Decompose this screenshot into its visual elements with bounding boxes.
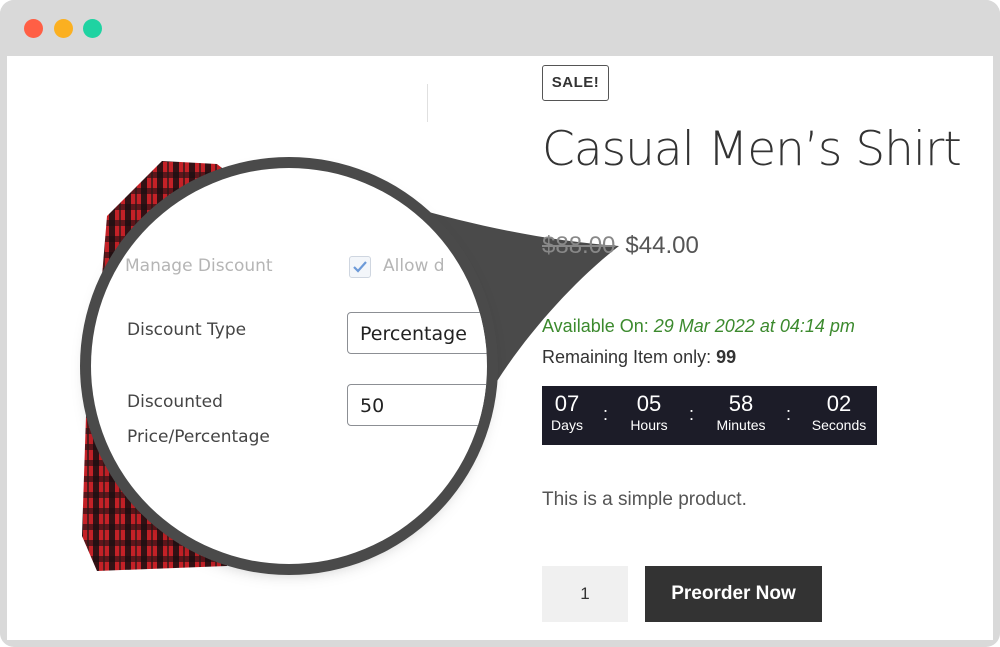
minimize-window-button[interactable] — [54, 19, 73, 38]
countdown-minutes-value: 58 — [728, 391, 754, 416]
discounted-label-line2: Price/Percentage — [127, 427, 270, 447]
title-bar — [0, 0, 1000, 56]
discounted-value-input[interactable]: 50 — [347, 384, 487, 426]
sale-price: $44.00 — [625, 232, 699, 259]
magnifier-lens: Manage Discount Allow d Discount Type Pe… — [91, 168, 487, 564]
countdown-hours-label: Hours — [630, 417, 668, 433]
discount-type-select[interactable]: Percentage — [347, 312, 487, 354]
countdown-days-label: Days — [551, 417, 583, 433]
available-date: 29 Mar 2022 at 04:14 pm — [653, 316, 855, 336]
allow-discount-checkbox[interactable] — [349, 256, 371, 278]
maximize-window-button[interactable] — [83, 19, 102, 38]
countdown-days: 07 Days — [550, 392, 584, 434]
quantity-input[interactable]: 1 — [542, 566, 628, 622]
countdown-timer: 07 Days : 05 Hours : 58 Minutes : 02 Sec… — [542, 386, 877, 445]
countdown-seconds-value: 02 — [826, 391, 852, 416]
browser-window: Manage Discount Allow d Discount Type Pe… — [0, 0, 1000, 647]
countdown-minutes-label: Minutes — [716, 417, 766, 433]
remaining-items: Remaining Item only: 99 — [542, 347, 736, 368]
countdown-separator: : — [786, 404, 792, 424]
remaining-count: 99 — [716, 347, 737, 367]
countdown-hours: 05 Hours — [626, 392, 672, 434]
available-on: Available On: 29 Mar 2022 at 04:14 pm — [542, 316, 855, 337]
countdown-seconds-label: Seconds — [811, 417, 867, 433]
discount-type-label: Discount Type — [127, 320, 247, 340]
close-window-button[interactable] — [24, 19, 43, 38]
countdown-days-value: 07 — [554, 391, 580, 416]
page-viewport: Manage Discount Allow d Discount Type Pe… — [7, 56, 993, 640]
old-price: $88.00 — [542, 232, 616, 259]
discounted-label-line1: Discounted — [127, 392, 223, 412]
preorder-now-button[interactable]: Preorder Now — [645, 566, 822, 622]
product-description: This is a simple product. — [542, 489, 747, 510]
manage-discount-label: Manage Discount — [125, 256, 273, 276]
remaining-label: Remaining Item only: — [542, 347, 712, 367]
sale-badge: SALE! — [542, 65, 609, 101]
countdown-minutes: 58 Minutes — [710, 392, 772, 434]
countdown-separator: : — [689, 404, 695, 424]
allow-discount-label: Allow d — [383, 256, 445, 276]
available-label: Available On: — [542, 316, 649, 336]
divider — [427, 84, 428, 122]
countdown-hours-value: 05 — [636, 391, 662, 416]
price: $88.00 $44.00 — [542, 232, 699, 260]
countdown-separator: : — [603, 404, 609, 424]
product-title: Casual Men’s Shirt — [542, 122, 962, 177]
countdown-seconds: 02 Seconds — [808, 392, 870, 434]
